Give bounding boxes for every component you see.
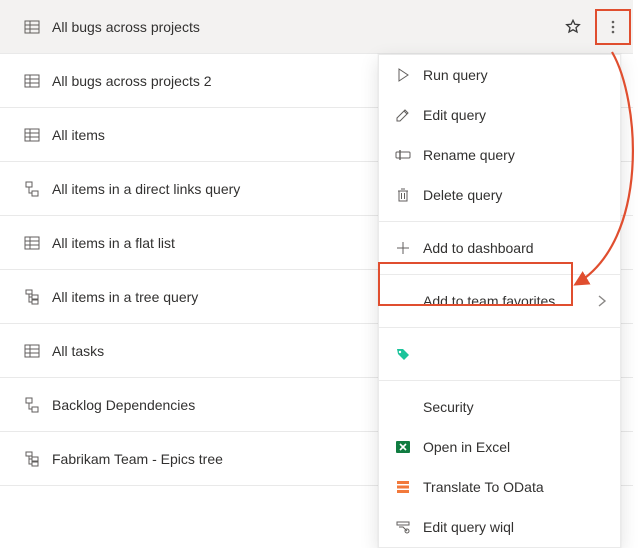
wiql-icon	[395, 519, 411, 535]
menu-label: Add to team favorites	[423, 293, 582, 309]
menu-add-to-dashboard[interactable]: Add to dashboard	[379, 228, 620, 268]
query-type-icon	[24, 73, 40, 89]
menu-label: Edit query	[423, 107, 608, 123]
plus-icon	[395, 240, 411, 256]
query-type-icon	[24, 451, 40, 467]
query-type-icon	[24, 181, 40, 197]
more-actions-button[interactable]	[593, 7, 633, 47]
tag-icon	[395, 346, 411, 362]
query-type-icon	[24, 127, 40, 143]
menu-label: Open in Excel	[423, 439, 608, 455]
menu-rename-query[interactable]: Rename query	[379, 135, 620, 175]
query-type-icon	[24, 343, 40, 359]
chevron-right-icon	[594, 293, 608, 309]
menu-label: Edit query wiql	[423, 519, 608, 535]
excel-icon	[395, 439, 411, 455]
trash-icon	[395, 187, 411, 203]
menu-label: Security	[423, 399, 608, 415]
menu-run-query[interactable]: Run query	[379, 55, 620, 95]
query-context-menu: Run query Edit query Rename query Delete…	[378, 54, 621, 548]
menu-label: Rename query	[423, 147, 608, 163]
menu-security[interactable]: Security	[379, 387, 620, 427]
menu-label: Translate To OData	[423, 479, 608, 495]
pencil-icon	[395, 107, 411, 123]
menu-edit-query-wiql[interactable]: Edit query wiql	[379, 507, 620, 547]
odata-icon	[395, 479, 411, 495]
menu-translate-to-odata[interactable]: Translate To OData	[379, 467, 620, 507]
menu-label: Delete query	[423, 187, 608, 203]
menu-delete-query[interactable]: Delete query	[379, 175, 620, 215]
query-name: All bugs across projects	[52, 19, 553, 35]
rename-icon	[395, 147, 411, 163]
menu-edit-query[interactable]: Edit query	[379, 95, 620, 135]
query-type-icon	[24, 19, 40, 35]
query-type-icon	[24, 397, 40, 413]
menu-label: Add to dashboard	[423, 240, 608, 256]
query-row[interactable]: All bugs across projects	[0, 0, 633, 54]
play-icon	[395, 67, 411, 83]
query-type-icon	[24, 235, 40, 251]
favorite-star-icon[interactable]	[553, 19, 593, 35]
menu-label: Run query	[423, 67, 608, 83]
menu-add-to-team-favorites[interactable]: Add to team favorites	[379, 281, 620, 321]
query-type-icon	[24, 289, 40, 305]
menu-tag[interactable]	[379, 334, 620, 374]
menu-open-in-excel[interactable]: Open in Excel	[379, 427, 620, 467]
